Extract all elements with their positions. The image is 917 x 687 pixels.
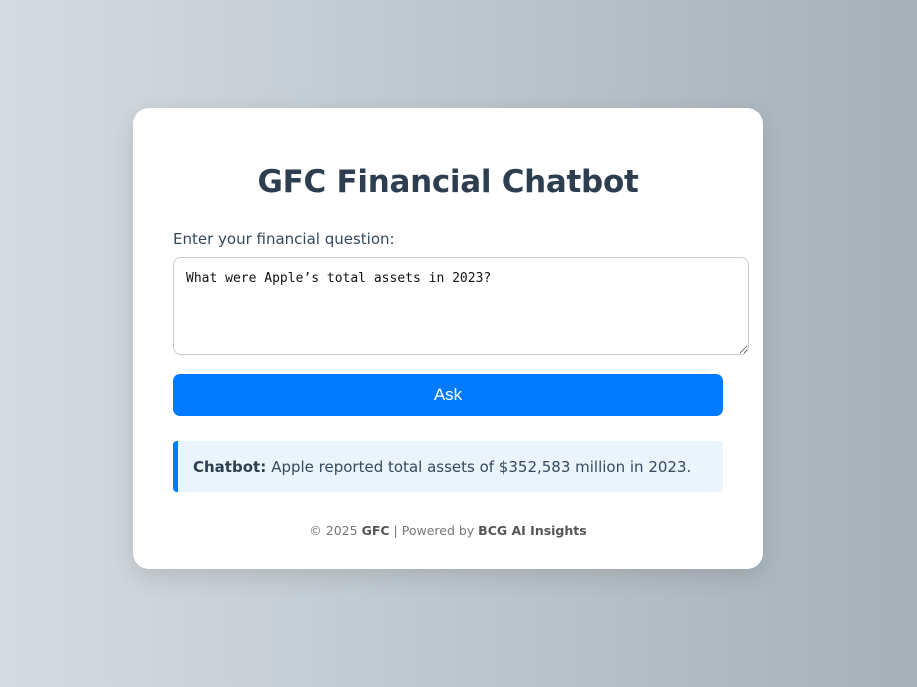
footer-copyright: © 2025: [309, 523, 358, 538]
footer-brand: GFC: [361, 523, 390, 538]
chat-card: GFC Financial Chatbot Enter your financi…: [133, 108, 763, 569]
footer-provider: BCG AI Insights: [478, 523, 587, 538]
footer-separator: | Powered by: [393, 523, 475, 538]
question-label: Enter your financial question:: [173, 230, 395, 248]
response-speaker: Chatbot:: [193, 457, 267, 476]
response-text: Apple reported total assets of $352,583 …: [271, 457, 692, 476]
page-title: GFC Financial Chatbot: [257, 164, 639, 200]
question-input[interactable]: What were Apple’s total assets in 2023?: [173, 257, 749, 355]
chatbot-response: Chatbot: Apple reported total assets of …: [173, 441, 723, 492]
footer: © 2025 GFC | Powered by BCG AI Insights: [133, 523, 763, 538]
ask-button[interactable]: Ask: [173, 374, 723, 416]
